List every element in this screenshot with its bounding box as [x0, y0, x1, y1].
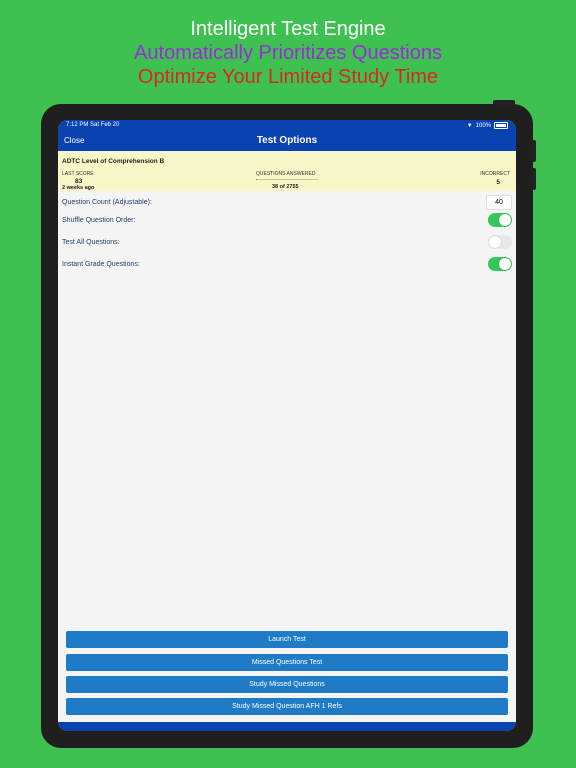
last-score-value: 83 [75, 178, 83, 185]
promo-headline: Intelligent Test Engine [190, 18, 386, 40]
promo-tagline: Optimize Your Limited Study Time [137, 66, 439, 88]
battery-icon [494, 122, 508, 129]
study-missed-refs-button[interactable]: Study Missed Question AFH 1 Refs [66, 698, 508, 715]
tablet-volume-up [532, 140, 536, 162]
questions-answered-progress [256, 179, 318, 180]
incorrect-value: 5 [496, 179, 500, 186]
promo-subheadline: Automatically Prioritizes Questions [134, 42, 442, 64]
status-date: Sat Feb 20 [90, 122, 120, 128]
study-missed-questions-button[interactable]: Study Missed Questions [66, 676, 508, 693]
toggle-knob [499, 258, 511, 270]
option-label: Shuffle Question Order: [62, 216, 136, 224]
toggle-knob [489, 236, 501, 248]
missed-questions-test-button[interactable]: Missed Questions Test [66, 654, 508, 671]
bottom-bar [58, 722, 516, 731]
status-indicators: ▼ 100% [467, 122, 508, 129]
incorrect-label: INCORRECT [480, 171, 510, 177]
questions-answered-progress-fill [256, 179, 257, 180]
option-label: Question Count (Adjustable): [62, 198, 152, 206]
option-shuffle: Shuffle Question Order: [62, 211, 512, 229]
option-label: Test All Questions: [62, 238, 120, 246]
app-screen: 7:12 PM Sat Feb 20 ▼ 100% Close Test Opt… [58, 120, 516, 731]
instant-grade-toggle[interactable] [488, 257, 512, 271]
shuffle-toggle[interactable] [488, 213, 512, 227]
status-time: 7:12 PM [66, 122, 89, 128]
questions-answered-label: QUESTIONS ANSWERED [256, 171, 316, 177]
option-test-all: Test All Questions: [62, 233, 512, 251]
wifi-icon: ▼ [466, 122, 473, 129]
option-question-count: Question Count (Adjustable): 40 [62, 193, 512, 211]
toggle-knob [499, 214, 511, 226]
option-label: Instant Grade Questions: [62, 260, 140, 268]
page-title: Test Options [256, 135, 318, 146]
battery-percent: 100% [475, 122, 491, 129]
questions-answered-value: 38 of 2755 [272, 184, 299, 190]
last-score-age: 2 weeks ago [62, 185, 95, 191]
test-all-toggle[interactable] [488, 235, 512, 249]
option-instant-grade: Instant Grade Questions: [62, 255, 512, 273]
test-summary-panel: ADTC Level of Comprehension B LAST SCORE… [58, 152, 516, 191]
last-score-label: LAST SCORE [62, 171, 94, 177]
question-count-input[interactable]: 40 [486, 194, 512, 210]
summary-title: ADTC Level of Comprehension B [62, 158, 165, 165]
launch-test-button[interactable]: Launch Test [66, 631, 508, 648]
navigation-bar: 7:12 PM Sat Feb 20 ▼ 100% Close Test Opt… [58, 120, 516, 151]
tablet-volume-down [532, 168, 536, 190]
tablet-top-button [493, 100, 515, 105]
